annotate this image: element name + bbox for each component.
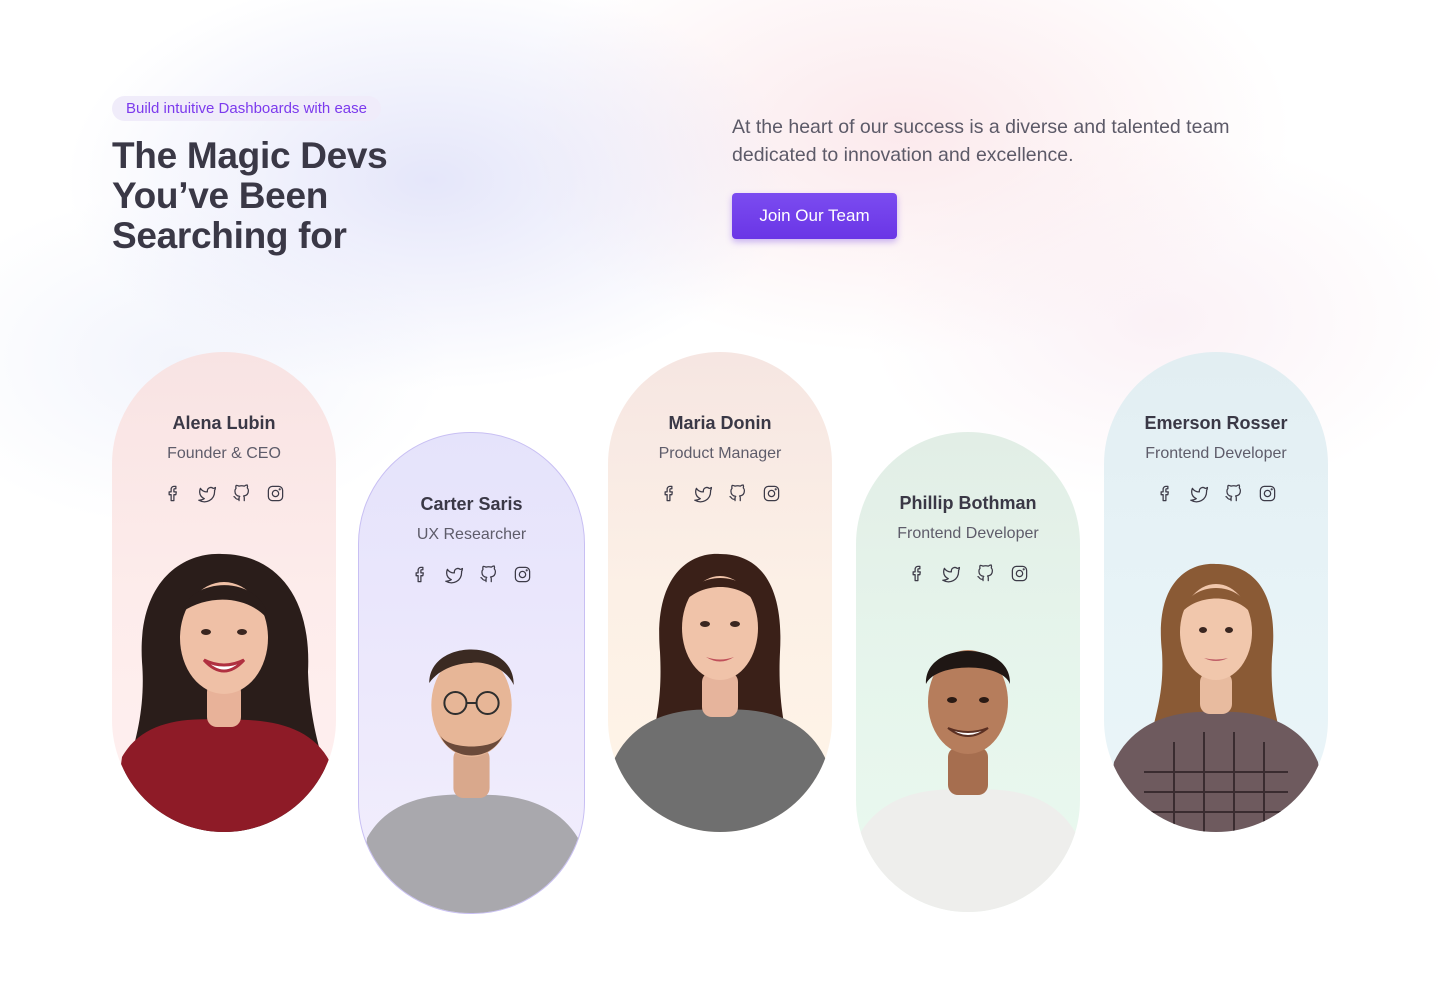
facebook-icon[interactable] <box>907 563 927 583</box>
member-role: Frontend Developer <box>1145 445 1287 462</box>
title-line: The Magic Devs <box>112 135 388 176</box>
team-card: Carter Saris UX Researcher <box>358 432 585 914</box>
member-role: Product Manager <box>658 445 782 462</box>
social-links <box>112 483 336 503</box>
member-name: Carter Saris <box>420 494 523 514</box>
title-line: Searching for <box>112 215 347 256</box>
instagram-icon[interactable] <box>265 483 285 503</box>
member-photo <box>1104 542 1328 832</box>
hero-badge: Build intuitive Dashboards with ease <box>112 96 381 121</box>
instagram-icon[interactable] <box>1257 483 1277 503</box>
team-card: Alena Lubin Founder & CEO <box>112 352 336 832</box>
social-links <box>856 563 1080 583</box>
member-name: Emerson Rosser <box>1144 413 1288 433</box>
social-links <box>359 564 584 584</box>
twitter-icon[interactable] <box>941 563 961 583</box>
social-links <box>608 483 832 503</box>
facebook-icon[interactable] <box>163 483 183 503</box>
twitter-icon[interactable] <box>1189 483 1209 503</box>
member-name: Alena Lubin <box>172 413 276 433</box>
instagram-icon[interactable] <box>513 564 533 584</box>
github-icon[interactable] <box>727 483 747 503</box>
title-line: You’ve Been <box>112 175 329 216</box>
twitter-icon[interactable] <box>693 483 713 503</box>
twitter-icon[interactable] <box>197 483 217 503</box>
intro-text: At the heart of our success is a diverse… <box>732 116 1230 166</box>
facebook-icon[interactable] <box>1155 483 1175 503</box>
member-role: Frontend Developer <box>897 525 1039 542</box>
github-icon[interactable] <box>231 483 251 503</box>
twitter-icon[interactable] <box>445 564 465 584</box>
team-card: Maria Donin Product Manager <box>608 352 832 832</box>
team-card: Emerson Rosser Frontend Developer <box>1104 352 1328 832</box>
member-role: UX Researcher <box>416 526 527 543</box>
join-team-button[interactable]: Join Our Team <box>732 193 897 239</box>
member-role: Founder & CEO <box>167 445 281 462</box>
member-photo <box>608 542 832 832</box>
team-section: Build intuitive Dashboards with ease The… <box>0 0 1440 1008</box>
github-icon[interactable] <box>1223 483 1243 503</box>
facebook-icon[interactable] <box>411 564 431 584</box>
member-photo <box>112 542 336 832</box>
instagram-icon[interactable] <box>761 483 781 503</box>
team-card: Phillip Bothman Frontend Developer <box>856 432 1080 912</box>
github-icon[interactable] <box>975 563 995 583</box>
page-title: The Magic Devs You’ve Been Searching for <box>112 136 532 256</box>
member-name: Maria Donin <box>668 413 772 433</box>
instagram-icon[interactable] <box>1009 563 1029 583</box>
member-name: Phillip Bothman <box>899 493 1037 513</box>
member-photo <box>359 623 584 913</box>
social-links <box>1104 483 1328 503</box>
facebook-icon[interactable] <box>659 483 679 503</box>
member-photo <box>856 622 1080 912</box>
github-icon[interactable] <box>479 564 499 584</box>
